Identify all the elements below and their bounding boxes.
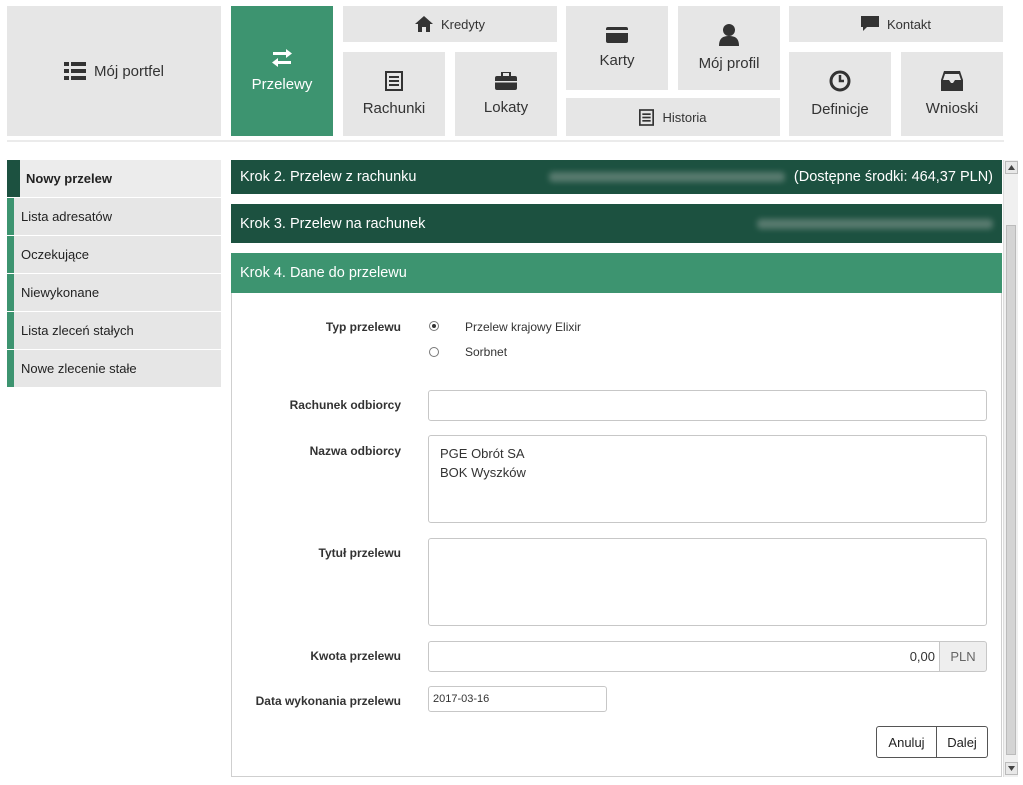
amount-input[interactable]: 0,00 [428, 641, 940, 672]
document-list-icon [639, 108, 655, 126]
credit-card-icon [606, 27, 628, 43]
step-3-title: Krok 3. Przelew na rachunek [240, 215, 426, 232]
step-4-title: Krok 4. Dane do przelewu [240, 265, 407, 281]
briefcase-icon [495, 72, 517, 90]
scroll-up-button[interactable] [1005, 161, 1018, 174]
sidebar-item-label: Nowy przelew [26, 171, 112, 186]
execution-date-label: Data wykonania przelewu [255, 694, 401, 708]
sidebar-item-label: Lista zleceń stałych [21, 323, 134, 338]
nav-tile-requests[interactable]: Wnioski [901, 52, 1003, 136]
nav-tile-credits[interactable]: Kredyty [343, 6, 557, 42]
inbox-icon [941, 71, 963, 91]
nav-tile-definitions[interactable]: Definicje [789, 52, 891, 136]
transfer-type-label: Typ przelewu [325, 320, 401, 334]
sidebar-item-standing-orders[interactable]: Lista zleceń stałych [7, 312, 221, 349]
recipient-name-textarea[interactable]: PGE Obrót SA BOK Wyszków [428, 435, 987, 523]
arrow-down-icon [1008, 766, 1015, 771]
step-2-header[interactable]: Krok 2. Przelew z rachunku (Dostępne śro… [231, 160, 1002, 194]
sidebar-item-label: Niewykonane [21, 285, 100, 300]
recipient-account-input[interactable] [428, 390, 987, 421]
currency-label: PLN [950, 649, 976, 664]
transfer-title-textarea[interactable] [428, 538, 987, 626]
execution-date-input[interactable]: 2017-03-16 [428, 686, 607, 712]
nav-label-profile: Mój profil [698, 55, 760, 72]
nav-label-accounts: Rachunki [362, 100, 426, 117]
nav-label-requests: Wnioski [925, 100, 979, 117]
radio-sorbnet[interactable] [429, 347, 439, 357]
cancel-button[interactable]: Anuluj [876, 726, 937, 758]
document-list-icon [385, 71, 403, 91]
transfer-title-label: Tytuł przelewu [318, 546, 401, 560]
currency-addon: PLN [939, 641, 987, 672]
home-icon [414, 16, 433, 32]
list-icon [63, 62, 86, 80]
step-4-header: Krok 4. Dane do przelewu [231, 253, 1002, 293]
masked-account-number [757, 219, 993, 229]
nav-tile-cards[interactable]: Karty [566, 6, 668, 90]
transfer-arrows-icon [272, 49, 292, 67]
nav-label-transfers: Przelewy [251, 76, 313, 93]
nav-label-deposits: Lokaty [483, 99, 529, 116]
sidebar-item-label: Oczekujące [21, 247, 89, 262]
scroll-down-button[interactable] [1005, 762, 1018, 775]
amount-label: Kwota przelewu [310, 649, 401, 663]
masked-account-number [549, 172, 785, 182]
nav-label-contact: Kontakt [886, 16, 932, 32]
radio-elixir-label[interactable]: Przelew krajowy Elixir [465, 320, 581, 334]
sidebar-item-recipients[interactable]: Lista adresatów [7, 198, 221, 235]
next-button[interactable]: Dalej [936, 726, 988, 758]
user-icon [719, 24, 739, 46]
radio-elixir[interactable] [429, 321, 439, 331]
nav-divider [7, 140, 1004, 142]
step-2-title: Krok 2. Przelew z rachunku [240, 169, 417, 185]
nav-tile-profile[interactable]: Mój profil [678, 6, 780, 90]
nav-label-credits: Kredyty [440, 16, 486, 32]
nav-tile-deposits[interactable]: Lokaty [455, 52, 557, 136]
nav-label-cards: Karty [599, 52, 635, 69]
recipient-name-label: Nazwa odbiorcy [309, 444, 401, 458]
nav-tile-accounts[interactable]: Rachunki [343, 52, 445, 136]
sidebar-item-new-standing-order[interactable]: Nowe zlecenie stałe [7, 350, 221, 387]
scrollbar[interactable] [1003, 160, 1018, 777]
available-funds: (Dostępne środki: 464,37 PLN) [793, 169, 993, 185]
amount-value: 0,00 [909, 649, 935, 664]
nav-label-portfolio: Mój portfel [93, 62, 165, 80]
sidebar-item-pending[interactable]: Oczekujące [7, 236, 221, 273]
sidebar-item-failed[interactable]: Niewykonane [7, 274, 221, 311]
recipient-account-label: Rachunek odbiorcy [289, 398, 401, 412]
sidebar-item-new-transfer[interactable]: Nowy przelew [7, 160, 221, 197]
nav-tile-contact[interactable]: Kontakt [789, 6, 1003, 42]
nav-tile-transfers[interactable]: Przelewy [231, 6, 333, 136]
nav-tile-history[interactable]: Historia [566, 98, 780, 136]
scroll-thumb[interactable] [1006, 225, 1016, 755]
nav-label-history: Historia [662, 109, 707, 125]
chat-bubble-icon [860, 16, 879, 31]
sidebar-item-label: Nowe zlecenie stałe [21, 361, 137, 376]
radio-sorbnet-label[interactable]: Sorbnet [465, 345, 507, 359]
nav-tile-portfolio[interactable]: Mój portfel [7, 6, 221, 136]
step-3-header[interactable]: Krok 3. Przelew na rachunek [231, 204, 1002, 243]
nav-label-definitions: Definicje [811, 101, 869, 118]
arrow-up-icon [1008, 165, 1015, 170]
execution-date-value: 2017-03-16 [433, 693, 490, 705]
clock-icon [829, 70, 851, 92]
sidebar-item-label: Lista adresatów [21, 209, 113, 224]
